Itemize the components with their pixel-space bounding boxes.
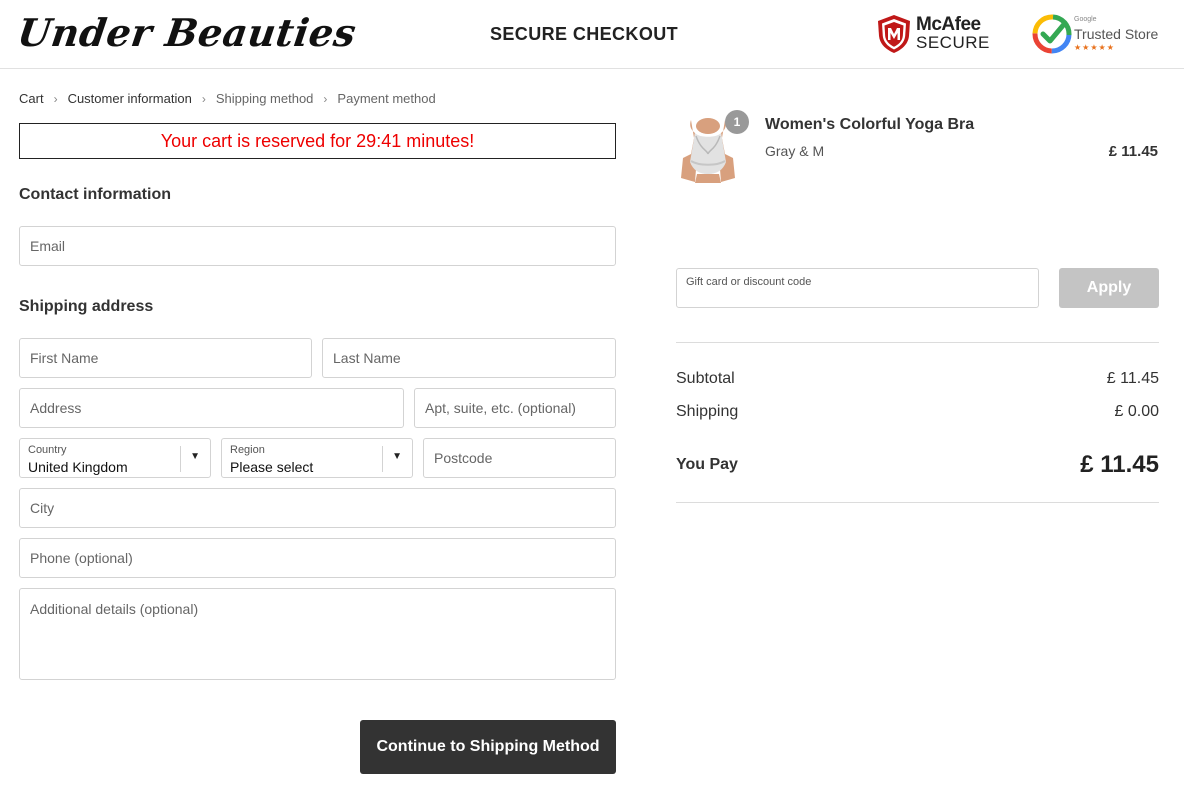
first-name-field[interactable]	[19, 338, 312, 378]
email-input[interactable]	[20, 227, 615, 265]
product-name: Women's Colorful Yoga Bra	[765, 116, 975, 133]
subtotal-value: £ 11.45	[1106, 370, 1159, 387]
breadcrumb-cart[interactable]: Cart	[19, 91, 44, 106]
product-variant: Gray & M	[765, 143, 825, 159]
summary-divider	[676, 342, 1159, 343]
cart-reservation-notice: Your cart is reserved for 29:41 minutes!	[19, 123, 616, 159]
breadcrumb-separator: ›	[323, 91, 328, 106]
quantity-badge: 1	[725, 110, 749, 134]
email-field[interactable]	[19, 226, 616, 266]
city-input[interactable]	[20, 489, 615, 527]
postcode-field[interactable]	[423, 438, 616, 478]
address-input[interactable]	[20, 389, 403, 427]
country-label: Country	[28, 444, 67, 456]
breadcrumb-separator: ›	[201, 91, 206, 106]
apply-discount-button[interactable]: Apply	[1059, 268, 1159, 308]
mcafee-shield-icon	[878, 15, 910, 53]
mcafee-secure-badge[interactable]: McAfee SECURE	[876, 14, 990, 54]
page-title: SECURE CHECKOUT	[490, 24, 679, 44]
breadcrumb-payment-method: Payment method	[337, 91, 436, 106]
breadcrumb-separator: ›	[53, 91, 58, 106]
product-price: £ 11.45	[1108, 143, 1158, 160]
you-pay-value: £ 11.45	[1080, 451, 1159, 478]
breadcrumb: Cart › Customer information › Shipping m…	[19, 91, 436, 106]
postcode-input[interactable]	[424, 439, 615, 477]
summary-divider-bottom	[676, 502, 1159, 503]
you-pay-label: You Pay	[676, 456, 738, 473]
additional-details-field[interactable]	[19, 588, 616, 680]
header: Under Beauties SECURE CHECKOUT McAfee SE…	[0, 0, 1184, 69]
gift-card-input[interactable]	[677, 269, 1038, 307]
shipping-value: £ 0.00	[1114, 403, 1159, 420]
trusted-stars: ★★★★★	[1074, 43, 1115, 52]
breadcrumb-shipping-method: Shipping method	[215, 91, 314, 106]
region-value: Please select	[230, 459, 314, 475]
phone-input[interactable]	[20, 539, 615, 577]
caret-down-icon: ▼	[392, 451, 402, 462]
continue-to-shipping-button[interactable]: Continue to Shipping Method	[360, 720, 616, 774]
shipping-address-title: Shipping address	[19, 298, 154, 315]
apt-input[interactable]	[415, 389, 615, 427]
select-divider	[180, 446, 181, 472]
subtotal-label: Subtotal	[676, 370, 735, 387]
phone-field[interactable]	[19, 538, 616, 578]
caret-down-icon: ▼	[190, 451, 200, 462]
last-name-input[interactable]	[323, 339, 615, 377]
first-name-input[interactable]	[20, 339, 311, 377]
google-trusted-check-icon	[1032, 14, 1072, 54]
shipping-label: Shipping	[676, 403, 739, 420]
country-value: United Kingdom	[28, 459, 128, 475]
country-select[interactable]: Country United Kingdom ▼	[19, 438, 211, 478]
mcafee-secure-text: SECURE	[916, 33, 990, 52]
trusted-google-text: Google	[1074, 16, 1097, 23]
address-field[interactable]	[19, 388, 404, 428]
region-label: Region	[230, 444, 265, 456]
breadcrumb-customer-information: Customer information	[67, 91, 192, 106]
city-field[interactable]	[19, 488, 616, 528]
last-name-field[interactable]	[322, 338, 616, 378]
select-divider	[382, 446, 383, 472]
apt-field[interactable]	[414, 388, 616, 428]
trusted-store-text: Trusted Store	[1074, 26, 1159, 42]
region-select[interactable]: Region Please select ▼	[221, 438, 413, 478]
additional-details-input[interactable]	[20, 589, 615, 679]
mcafee-brand-text: McAfee	[916, 14, 981, 35]
contact-information-title: Contact information	[19, 186, 171, 203]
google-trusted-store-badge[interactable]: Google Trusted Store ★★★★★	[1032, 13, 1158, 55]
gift-card-field[interactable]	[676, 268, 1039, 308]
brand-logo[interactable]: Under Beauties	[15, 10, 359, 55]
